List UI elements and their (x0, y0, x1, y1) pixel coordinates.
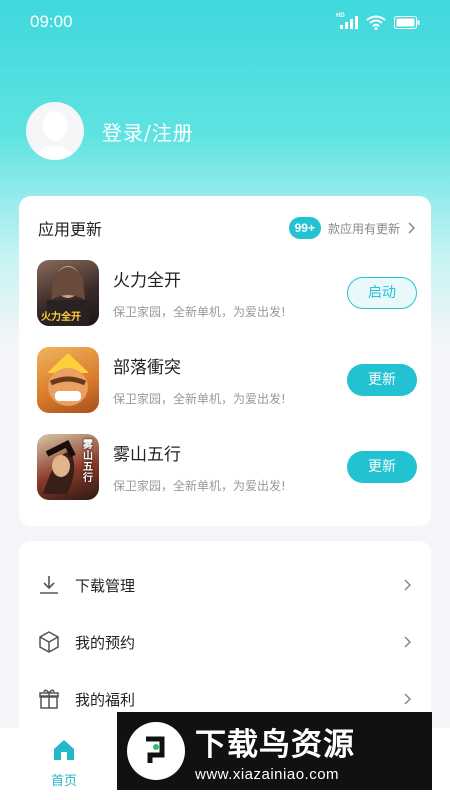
app-description: 保卫家园，全新单机，为爱出发! (113, 479, 286, 493)
app-info: 火力全开 保卫家园，全新单机，为爱出发! (113, 266, 347, 320)
app-icon-huoli[interactable]: 火力全开 (37, 260, 99, 326)
wifi-icon (366, 15, 386, 30)
app-icon-wushan[interactable]: 雾山五行 (37, 434, 99, 500)
app-name: 雾山五行 (113, 445, 181, 465)
watermark-banner: 下载鸟资源 www.xiazainiao.com (117, 712, 432, 790)
app-update-title: 应用更新 (38, 220, 103, 239)
chevron-right-icon (404, 579, 411, 591)
app-icon-coc[interactable] (37, 347, 99, 413)
app-info: 部落衝突 保卫家园，全新单机，为爱出发! (113, 353, 347, 407)
app-item[interactable]: 雾山五行 雾山五行 保卫家园，全新单机，为爱出发! 更新 (37, 434, 417, 500)
nav-label: 首页 (50, 774, 77, 789)
menu-item-my-reservations[interactable]: 我的预约 (19, 614, 431, 670)
box-icon (39, 631, 59, 653)
status-bar: 09:00 HD (0, 0, 450, 44)
watermark-text: 下载鸟资源 www.xiazainiao.com (195, 719, 355, 783)
status-time: 09:00 (30, 12, 73, 31)
app-name: 部落衝突 (113, 358, 181, 378)
avatar[interactable] (26, 102, 84, 160)
chevron-right-icon (404, 636, 411, 648)
app-name: 火力全开 (113, 271, 181, 291)
menu-label: 我的福利 (75, 690, 136, 709)
app-description: 保卫家园，全新单机，为爱出发! (113, 305, 286, 319)
app-item[interactable]: 部落衝突 保卫家园，全新单机，为爱出发! 更新 (37, 347, 417, 413)
app-icon-text: 雾山五行 (83, 440, 93, 484)
update-button[interactable]: 更新 (347, 364, 417, 396)
menu-label: 我的预约 (75, 633, 136, 652)
app-update-header: 应用更新 99+ 款应用有更新 (19, 196, 431, 260)
status-icons: HD (336, 13, 420, 30)
profile-login[interactable]: 登录/注册 (26, 102, 194, 160)
app-info: 雾山五行 保卫家园，全新单机，为爱出发! (113, 440, 347, 494)
watermark-url: www.xiazainiao.com (195, 766, 340, 783)
app-item[interactable]: 火力全开 火力全开 保卫家园，全新单机，为爱出发! 启动 (37, 260, 417, 326)
gift-icon (39, 689, 59, 709)
battery-icon (394, 15, 420, 29)
app-update-card: 应用更新 99+ 款应用有更新 火力全开 火力全开 保卫家园，全新单机，为爱出发… (19, 196, 431, 526)
menu-label: 下载管理 (75, 576, 136, 595)
launch-button[interactable]: 启动 (347, 277, 417, 309)
menu-card: 下载管理 我的预约 我的福利 (19, 541, 431, 741)
app-icon-text: 火力全开 (41, 312, 81, 323)
watermark-title: 下载鸟资源 (195, 727, 355, 763)
app-update-more-link[interactable]: 99+ 款应用有更新 (288, 217, 415, 239)
menu-item-download-manager[interactable]: 下载管理 (19, 557, 431, 613)
home-icon (54, 740, 74, 760)
app-description: 保卫家园，全新单机，为爱出发! (113, 392, 286, 406)
watermark-logo-icon (127, 722, 185, 780)
update-count-text: 款应用有更新 (327, 221, 400, 236)
nav-item-home[interactable]: 首页 (38, 738, 90, 789)
chevron-right-icon (404, 693, 411, 705)
download-icon (40, 576, 58, 594)
login-register-link[interactable]: 登录/注册 (102, 117, 194, 146)
update-button[interactable]: 更新 (347, 451, 417, 483)
update-count-badge: 99+ (288, 217, 321, 239)
signal-icon: HD (336, 13, 358, 29)
chevron-right-icon (408, 222, 415, 234)
